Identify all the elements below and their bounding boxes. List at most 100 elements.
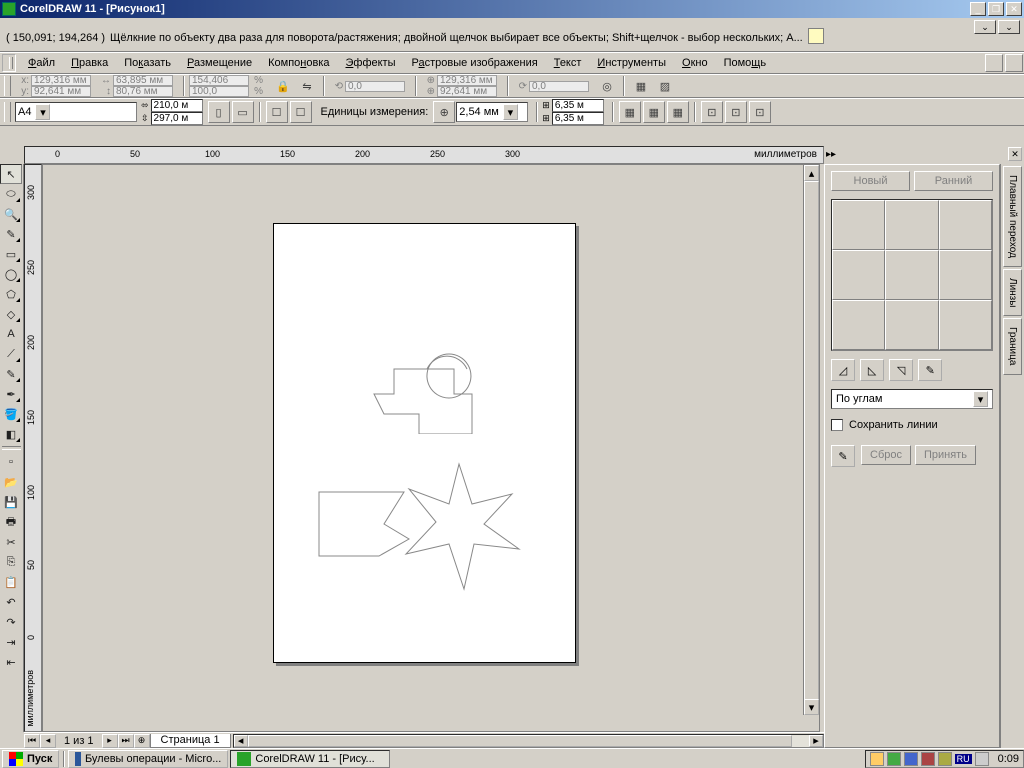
chevron-down-icon[interactable]: ▾ <box>503 104 518 120</box>
tray-icon-2[interactable] <box>887 752 901 766</box>
import-icon[interactable]: ⇥ <box>0 632 22 652</box>
paste-icon[interactable]: 📋 <box>0 572 22 592</box>
docker-collapse-icon[interactable]: ▸▸ <box>826 149 836 160</box>
save-icon[interactable]: 💾 <box>0 492 22 512</box>
star-shape[interactable] <box>394 459 524 594</box>
propbar-grip-icon[interactable] <box>4 76 11 96</box>
drawing-workarea[interactable]: ▴ ▾ <box>42 164 820 732</box>
blend-tool[interactable]: ⟋ <box>0 344 22 364</box>
mirror-h-icon[interactable]: ⇋ <box>296 75 318 97</box>
redo-icon[interactable]: ↷ <box>0 612 22 632</box>
rot2-field[interactable]: 0,0 <box>529 81 589 92</box>
menu-view[interactable]: Показать <box>116 54 179 72</box>
unit-value-combo[interactable]: 2,54 мм ▾ <box>456 102 528 122</box>
apply-button[interactable]: Принять <box>915 445 976 465</box>
units-icon[interactable]: ⊕ <box>433 101 455 123</box>
minimize-button[interactable]: _ <box>970 2 986 16</box>
text-tool[interactable]: A <box>0 324 22 344</box>
envelope-grid[interactable] <box>831 199 993 351</box>
options-icon-2[interactable]: ⊡ <box>725 101 747 123</box>
menu-edit[interactable]: Правка <box>63 54 116 72</box>
scroll-right-icon[interactable]: ▸ <box>809 735 823 747</box>
prev-preset-button[interactable]: Ранний <box>914 171 993 191</box>
page-h-field[interactable]: 297,0 м <box>151 112 203 125</box>
envelope-mode-2-icon[interactable]: ◺ <box>860 359 884 381</box>
tray-icon-3[interactable] <box>904 752 918 766</box>
landscape-icon[interactable]: ▭ <box>232 101 254 123</box>
menu-grip-icon[interactable] <box>2 54 16 72</box>
last-page-button[interactable]: ⏭ <box>118 734 134 748</box>
obj-w-field[interactable]: 63,895 мм <box>113 75 173 86</box>
scale-y-field[interactable]: 100,0 <box>189 86 249 97</box>
page-tab[interactable]: Страница 1 <box>150 734 231 748</box>
print-icon[interactable]: 🖶 <box>0 512 22 532</box>
menu-window[interactable]: Окно <box>674 54 716 72</box>
vertical-scrollbar[interactable]: ▴ ▾ <box>803 165 819 715</box>
tray-icon-6[interactable] <box>975 752 989 766</box>
snap-icon-2[interactable]: ▦ <box>643 101 665 123</box>
page-w-field[interactable]: 210,0 м <box>151 99 203 112</box>
envelope-mode-1-icon[interactable]: ◿ <box>831 359 855 381</box>
menu-arrange[interactable]: Компоновка <box>260 54 337 72</box>
page-setup-icon[interactable]: ☐ <box>266 101 288 123</box>
maximize-button[interactable]: ❐ <box>988 2 1004 16</box>
fill-tool[interactable]: 🪣 <box>0 404 22 424</box>
options-icon-1[interactable]: ⊡ <box>701 101 723 123</box>
nudge-x-field[interactable]: 6,35 м <box>552 99 604 112</box>
doc-restore-button[interactable]: ⌄ <box>998 20 1020 34</box>
keep-lines-checkbox[interactable]: Сохранить линии <box>831 419 993 431</box>
eyedropper-tool[interactable]: ✎ <box>0 364 22 384</box>
rectangle-tool[interactable]: ▭ <box>0 244 22 264</box>
propbar2-grip-icon[interactable] <box>4 102 11 122</box>
outline-tool[interactable]: ✒ <box>0 384 22 404</box>
prev-page-button[interactable]: ◂ <box>40 734 56 748</box>
taskbar-app-corel[interactable]: CorelDRAW 11 - [Рису... <box>230 750 390 768</box>
chevron-down-icon[interactable]: ▾ <box>35 104 50 120</box>
snap-icon-1[interactable]: ▦ <box>619 101 641 123</box>
tray-icon-4[interactable] <box>921 752 935 766</box>
options-icon-3[interactable]: ⊡ <box>749 101 771 123</box>
open-doc-icon[interactable]: 📂 <box>0 472 22 492</box>
copy-icon[interactable]: ⎘ <box>0 552 22 572</box>
new-preset-button[interactable]: Новый <box>831 171 910 191</box>
obj-y-field[interactable]: 92,641 мм <box>31 86 91 97</box>
envelope-mode-4-icon[interactable]: ✎ <box>918 359 942 381</box>
scale-x-field[interactable]: 154,406 <box>189 75 249 86</box>
undo-icon[interactable]: ↶ <box>0 592 22 612</box>
add-page-button[interactable]: ⊕ <box>134 734 150 748</box>
nudge-y-field[interactable]: 6,35 м <box>552 112 604 125</box>
ungroup-icon[interactable]: ▦ <box>630 75 652 97</box>
envelope-mode-3-icon[interactable]: ◹ <box>889 359 913 381</box>
ellipse-tool[interactable]: ◯ <box>0 264 22 284</box>
new-doc-icon[interactable]: ▫ <box>0 452 22 472</box>
close-button[interactable]: ✕ <box>1006 2 1022 16</box>
system-tray[interactable]: RU 0:09 <box>865 750 1024 768</box>
tip-icon[interactable] <box>808 28 824 44</box>
checkbox-icon[interactable] <box>831 419 843 431</box>
tab-lens[interactable]: Линзы <box>1003 269 1022 316</box>
basic-shapes-tool[interactable]: ◇ <box>0 304 22 324</box>
chevron-down-icon[interactable]: ▾ <box>973 391 988 407</box>
welded-shape[interactable] <box>354 324 494 434</box>
pick-tool[interactable]: ↖ <box>0 164 22 184</box>
reset-button[interactable]: Сброс <box>861 445 911 465</box>
obj-h-field[interactable]: 80,76 мм <box>113 86 173 97</box>
docker-close-button[interactable]: ✕ <box>1008 147 1022 161</box>
menu-bitmaps[interactable]: Растровые изображения <box>404 54 546 72</box>
eyedropper-icon[interactable]: ✎ <box>831 445 855 467</box>
horizontal-scrollbar[interactable]: ◂ ▸ <box>233 734 824 748</box>
obj-x-field[interactable]: 129,316 мм <box>31 75 91 86</box>
ungroup-all-icon[interactable]: ▨ <box>654 75 676 97</box>
zoom-tool[interactable]: 🔍 <box>0 204 22 224</box>
tray-icon-1[interactable] <box>870 752 884 766</box>
shape-tool[interactable]: ⬭ <box>0 184 22 204</box>
page-canvas[interactable] <box>273 223 576 663</box>
horizontal-ruler[interactable]: 0 50 100 150 200 250 300 миллиметров <box>24 146 824 164</box>
taskbar-app-word[interactable]: Булевы операции - Micro... <box>68 750 228 768</box>
paper-size-combo[interactable]: A4 ▾ <box>15 102 137 122</box>
tab-bounds[interactable]: Граница <box>1003 318 1022 374</box>
scroll-down-icon[interactable]: ▾ <box>804 699 819 715</box>
interactive-fill-tool[interactable]: ◧ <box>0 424 22 444</box>
menu-extra-icon[interactable] <box>985 54 1003 72</box>
export-icon[interactable]: ⇤ <box>0 652 22 672</box>
